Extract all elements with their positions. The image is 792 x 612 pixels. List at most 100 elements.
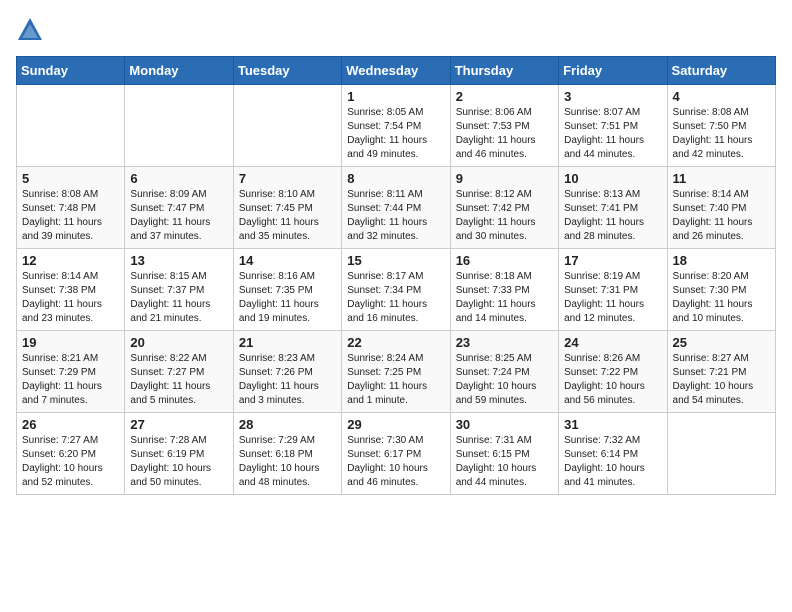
day-number: 7	[239, 171, 336, 186]
calendar-cell: 23 Sunrise: 8:25 AM Sunset: 7:24 PM Dayli…	[450, 331, 558, 413]
day-number: 15	[347, 253, 444, 268]
day-info: Sunrise: 8:15 AM Sunset: 7:37 PM Dayligh…	[130, 270, 227, 326]
week-row-3: 19 Sunrise: 8:21 AM Sunset: 7:29 PM Dayli…	[17, 331, 776, 413]
day-info: Sunrise: 8:08 AM Sunset: 7:48 PM Dayligh…	[22, 188, 119, 244]
calendar-cell: 26 Sunrise: 7:27 AM Sunset: 6:20 PM Dayli…	[17, 413, 125, 495]
calendar-cell: 4 Sunrise: 8:08 AM Sunset: 7:50 PM Daylig…	[667, 85, 775, 167]
calendar-cell: 19 Sunrise: 8:21 AM Sunset: 7:29 PM Dayli…	[17, 331, 125, 413]
day-number: 1	[347, 89, 444, 104]
day-info: Sunrise: 8:21 AM Sunset: 7:29 PM Dayligh…	[22, 352, 119, 408]
week-row-4: 26 Sunrise: 7:27 AM Sunset: 6:20 PM Dayli…	[17, 413, 776, 495]
day-number: 4	[673, 89, 770, 104]
day-info: Sunrise: 7:27 AM Sunset: 6:20 PM Dayligh…	[22, 434, 119, 490]
calendar-cell: 2Sunrise: 8:06 AM Sunset: 7:53 PM Daylig…	[450, 85, 558, 167]
day-info: Sunrise: 8:05 AM Sunset: 7:54 PM Dayligh…	[347, 106, 444, 162]
day-number: 23	[456, 335, 553, 350]
day-number: 16	[456, 253, 553, 268]
calendar-cell: 27 Sunrise: 7:28 AM Sunset: 6:19 PM Dayli…	[125, 413, 233, 495]
calendar-cell: 5 Sunrise: 8:08 AM Sunset: 7:48 PM Daylig…	[17, 167, 125, 249]
day-number: 28	[239, 417, 336, 432]
calendar-cell: 31 Sunrise: 7:32 AM Sunset: 6:14 PM Dayli…	[559, 413, 667, 495]
calendar-cell: 22 Sunrise: 8:24 AM Sunset: 7:25 PM Dayli…	[342, 331, 450, 413]
day-number: 21	[239, 335, 336, 350]
weekday-wednesday: Wednesday	[342, 57, 450, 85]
day-number: 11	[673, 171, 770, 186]
day-number: 9	[456, 171, 553, 186]
calendar-cell: 15 Sunrise: 8:17 AM Sunset: 7:34 PM Dayli…	[342, 249, 450, 331]
calendar-cell: 30 Sunrise: 7:31 AM Sunset: 6:15 PM Dayli…	[450, 413, 558, 495]
day-number: 22	[347, 335, 444, 350]
page-header	[16, 16, 776, 44]
calendar-cell: 8Sunrise: 8:11 AM Sunset: 7:44 PM Daylig…	[342, 167, 450, 249]
day-info: Sunrise: 8:17 AM Sunset: 7:34 PM Dayligh…	[347, 270, 444, 326]
day-number: 5	[22, 171, 119, 186]
calendar-cell: 6 Sunrise: 8:09 AM Sunset: 7:47 PM Daylig…	[125, 167, 233, 249]
calendar-body: 1 Sunrise: 8:05 AM Sunset: 7:54 PM Daylig…	[17, 85, 776, 495]
day-number: 25	[673, 335, 770, 350]
day-number: 19	[22, 335, 119, 350]
calendar-cell: 24 Sunrise: 8:26 AM Sunset: 7:22 PM Dayli…	[559, 331, 667, 413]
weekday-header-row: SundayMondayTuesdayWednesdayThursdayFrid…	[17, 57, 776, 85]
day-info: Sunrise: 8:10 AM Sunset: 7:45 PM Dayligh…	[239, 188, 336, 244]
calendar-cell: 17 Sunrise: 8:19 AM Sunset: 7:31 PM Dayli…	[559, 249, 667, 331]
calendar-cell: 1 Sunrise: 8:05 AM Sunset: 7:54 PM Daylig…	[342, 85, 450, 167]
day-number: 29	[347, 417, 444, 432]
calendar-cell: 11 Sunrise: 8:14 AM Sunset: 7:40 PM Dayli…	[667, 167, 775, 249]
week-row-2: 12 Sunrise: 8:14 AM Sunset: 7:38 PM Dayli…	[17, 249, 776, 331]
day-info: Sunrise: 8:09 AM Sunset: 7:47 PM Dayligh…	[130, 188, 227, 244]
day-info: Sunrise: 8:25 AM Sunset: 7:24 PM Dayligh…	[456, 352, 553, 408]
day-number: 6	[130, 171, 227, 186]
weekday-saturday: Saturday	[667, 57, 775, 85]
day-number: 10	[564, 171, 661, 186]
day-info: Sunrise: 7:32 AM Sunset: 6:14 PM Dayligh…	[564, 434, 661, 490]
weekday-tuesday: Tuesday	[233, 57, 341, 85]
day-info: Sunrise: 7:30 AM Sunset: 6:17 PM Dayligh…	[347, 434, 444, 490]
day-number: 26	[22, 417, 119, 432]
calendar-cell: 18 Sunrise: 8:20 AM Sunset: 7:30 PM Dayli…	[667, 249, 775, 331]
day-info: Sunrise: 7:28 AM Sunset: 6:19 PM Dayligh…	[130, 434, 227, 490]
calendar-cell: 20 Sunrise: 8:22 AM Sunset: 7:27 PM Dayli…	[125, 331, 233, 413]
day-info: Sunrise: 8:12 AM Sunset: 7:42 PM Dayligh…	[456, 188, 553, 244]
calendar-cell: 14Sunrise: 8:16 AM Sunset: 7:35 PM Dayli…	[233, 249, 341, 331]
day-info: Sunrise: 8:08 AM Sunset: 7:50 PM Dayligh…	[673, 106, 770, 162]
day-number: 17	[564, 253, 661, 268]
day-number: 18	[673, 253, 770, 268]
calendar-cell: 25Sunrise: 8:27 AM Sunset: 7:21 PM Dayli…	[667, 331, 775, 413]
week-row-1: 5 Sunrise: 8:08 AM Sunset: 7:48 PM Daylig…	[17, 167, 776, 249]
calendar-cell: 28 Sunrise: 7:29 AM Sunset: 6:18 PM Dayli…	[233, 413, 341, 495]
day-info: Sunrise: 8:16 AM Sunset: 7:35 PM Dayligh…	[239, 270, 336, 326]
calendar-cell	[233, 85, 341, 167]
day-number: 2	[456, 89, 553, 104]
day-info: Sunrise: 8:07 AM Sunset: 7:51 PM Dayligh…	[564, 106, 661, 162]
logo-icon	[16, 16, 44, 44]
day-info: Sunrise: 8:14 AM Sunset: 7:38 PM Dayligh…	[22, 270, 119, 326]
calendar-cell: 16 Sunrise: 8:18 AM Sunset: 7:33 PM Dayli…	[450, 249, 558, 331]
day-info: Sunrise: 8:18 AM Sunset: 7:33 PM Dayligh…	[456, 270, 553, 326]
day-number: 3	[564, 89, 661, 104]
day-info: Sunrise: 8:22 AM Sunset: 7:27 PM Dayligh…	[130, 352, 227, 408]
calendar-cell: 7 Sunrise: 8:10 AM Sunset: 7:45 PM Daylig…	[233, 167, 341, 249]
week-row-0: 1 Sunrise: 8:05 AM Sunset: 7:54 PM Daylig…	[17, 85, 776, 167]
day-info: Sunrise: 8:26 AM Sunset: 7:22 PM Dayligh…	[564, 352, 661, 408]
calendar-cell	[17, 85, 125, 167]
calendar: SundayMondayTuesdayWednesdayThursdayFrid…	[16, 56, 776, 495]
day-number: 12	[22, 253, 119, 268]
day-info: Sunrise: 8:24 AM Sunset: 7:25 PM Dayligh…	[347, 352, 444, 408]
day-info: Sunrise: 8:13 AM Sunset: 7:41 PM Dayligh…	[564, 188, 661, 244]
day-number: 30	[456, 417, 553, 432]
calendar-cell: 10 Sunrise: 8:13 AM Sunset: 7:41 PM Dayli…	[559, 167, 667, 249]
calendar-cell: 12 Sunrise: 8:14 AM Sunset: 7:38 PM Dayli…	[17, 249, 125, 331]
day-number: 31	[564, 417, 661, 432]
calendar-cell	[125, 85, 233, 167]
calendar-cell	[667, 413, 775, 495]
calendar-cell: 3 Sunrise: 8:07 AM Sunset: 7:51 PM Daylig…	[559, 85, 667, 167]
logo	[16, 16, 48, 44]
day-number: 24	[564, 335, 661, 350]
day-number: 27	[130, 417, 227, 432]
day-info: Sunrise: 8:20 AM Sunset: 7:30 PM Dayligh…	[673, 270, 770, 326]
day-info: Sunrise: 8:14 AM Sunset: 7:40 PM Dayligh…	[673, 188, 770, 244]
day-number: 20	[130, 335, 227, 350]
day-info: Sunrise: 7:29 AM Sunset: 6:18 PM Dayligh…	[239, 434, 336, 490]
day-info: Sunrise: 8:19 AM Sunset: 7:31 PM Dayligh…	[564, 270, 661, 326]
day-info: Sunrise: 7:31 AM Sunset: 6:15 PM Dayligh…	[456, 434, 553, 490]
